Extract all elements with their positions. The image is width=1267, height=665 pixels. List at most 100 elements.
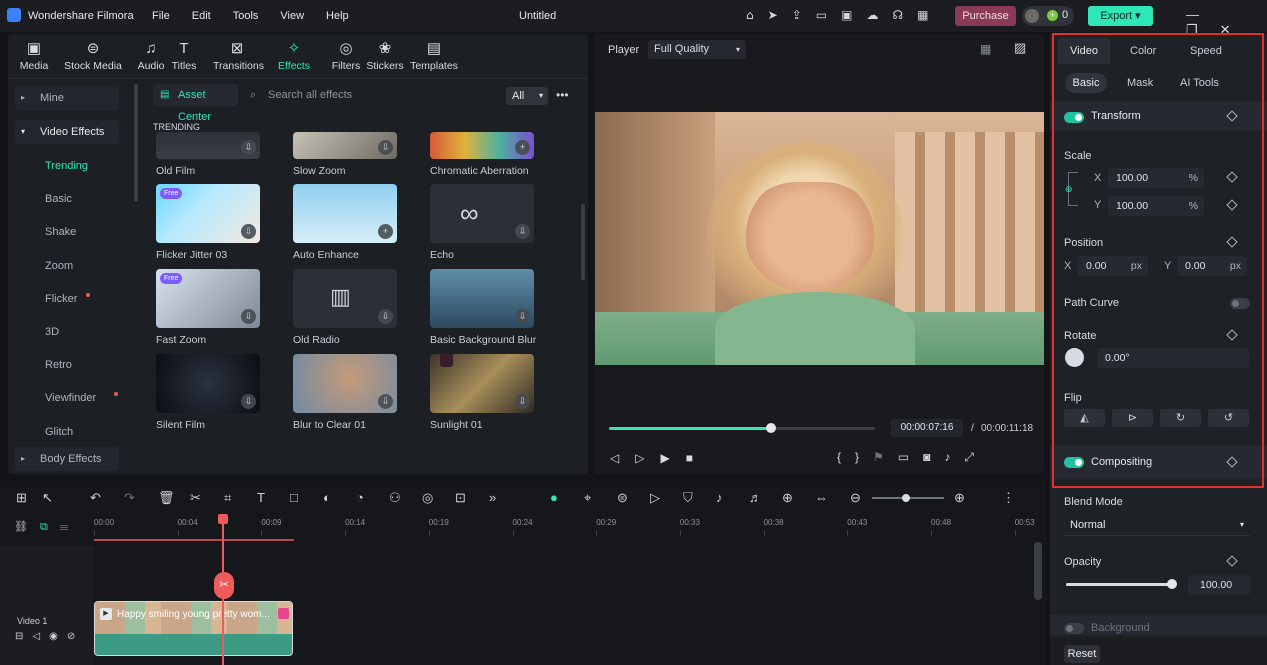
zoom-slider[interactable] [872, 494, 944, 502]
mark-in-icon[interactable]: { [837, 450, 855, 464]
minimize-icon[interactable]: — [1186, 7, 1221, 22]
split-scissors-button[interactable]: ✂ [214, 572, 234, 599]
menu-tools[interactable]: Tools [233, 10, 259, 22]
undo-icon[interactable]: ↶ [90, 490, 101, 506]
tab-speed[interactable]: Speed [1190, 45, 1222, 57]
sidebar-item-zoom[interactable]: Zoom [15, 254, 119, 278]
export-button[interactable]: Export ▾ [1088, 6, 1153, 26]
layout-grid-icon[interactable]: ⊞ [16, 490, 27, 506]
music-icon[interactable]: ♬ [749, 490, 762, 505]
select-arrow-icon[interactable]: ↖ [42, 490, 53, 506]
tab-media[interactable]: ▣ Media [10, 34, 58, 72]
effect-card[interactable]: Free ⇩ Fast Zoom [156, 269, 260, 346]
effect-card[interactable]: + Auto Enhance [293, 184, 397, 261]
tab-color[interactable]: Color [1130, 45, 1156, 57]
effect-card[interactable]: ∞ ⇩ Echo [430, 184, 534, 261]
snapshot-icon[interactable]: ▨ [1014, 40, 1026, 56]
effect-card[interactable]: + Chromatic Aberration [430, 132, 534, 177]
ai-face-icon[interactable]: ● [550, 490, 558, 505]
background-toggle[interactable] [1064, 622, 1084, 634]
sidebar-item-basic[interactable]: Basic [15, 187, 119, 211]
tab-video[interactable]: Video [1058, 38, 1110, 64]
keyframe-icon[interactable] [1226, 110, 1238, 122]
effect-card[interactable]: ⇩ Basic Background Blur [430, 269, 536, 346]
more-forward-icon[interactable]: » [489, 490, 496, 505]
download-icon[interactable]: ⇩ [515, 309, 530, 324]
ai-edit-icon[interactable]: ⊡ [455, 490, 466, 506]
rect-icon[interactable]: □ [290, 490, 298, 505]
keyframe-icon[interactable] [1226, 171, 1238, 183]
effect-card[interactable]: ⇩ Silent Film [156, 354, 260, 431]
add-icon[interactable]: + [515, 140, 530, 155]
link-icon[interactable]: ⛓ [14, 521, 40, 533]
quality-dropdown[interactable]: Full Quality ▾ [648, 40, 746, 59]
position-y-field[interactable]: 0.00 px [1177, 256, 1247, 276]
background-section-header[interactable]: Background [1050, 615, 1267, 635]
playback-progress[interactable] [609, 423, 875, 433]
timeline-scrollbar[interactable] [1034, 542, 1042, 600]
tab-stickers[interactable]: ❀ Stickers [361, 34, 409, 72]
flip-horizontal-button[interactable]: ◭ [1064, 409, 1105, 427]
tab-templates[interactable]: ▤ Templates [406, 34, 462, 72]
color-icon[interactable]: ◐ [323, 490, 331, 505]
scale-y-field[interactable]: 100.00% [1108, 196, 1204, 216]
rotate-ccw-button[interactable]: ↺ [1208, 409, 1249, 427]
track-lock-icon[interactable]: ⊘ [67, 631, 84, 642]
keyframe-icon[interactable] [1226, 329, 1238, 341]
reset-button[interactable]: Reset [1064, 645, 1100, 663]
mark-out-icon[interactable]: } [855, 450, 873, 464]
add-icon[interactable]: + [378, 224, 393, 239]
replace-icon[interactable]: ⊜ [617, 490, 628, 506]
ai-icon[interactable]: ◎ [422, 490, 433, 506]
transform-toggle[interactable] [1064, 111, 1084, 123]
effect-card[interactable]: ⇩ Slow Zoom [293, 132, 397, 177]
mic-icon[interactable]: ♪ [716, 490, 723, 505]
opacity-slider[interactable] [1066, 579, 1177, 589]
play-icon[interactable]: ▶ [660, 451, 685, 465]
group-icon[interactable]: ⚇ [389, 490, 401, 506]
upload-icon[interactable]: ⇪ [792, 8, 816, 22]
download-icon[interactable]: ⇩ [515, 224, 530, 239]
asset-center-button[interactable]: ▤ Asset Center [153, 84, 238, 123]
fit-icon[interactable]: ⇔ [815, 490, 828, 505]
cloud-icon[interactable]: ☁ [866, 8, 892, 22]
download-icon[interactable]: ⇩ [241, 140, 256, 155]
download-icon[interactable]: ⇩ [378, 309, 393, 324]
sidebar-mine[interactable]: ▸ Mine [15, 86, 119, 110]
subtab-ai-tools[interactable]: AI Tools [1180, 77, 1219, 89]
lock-icon[interactable]: ⊕ [1065, 184, 1073, 195]
sidebar-scrollbar[interactable] [134, 84, 138, 202]
sidebar-video-effects[interactable]: ▾ Video Effects [15, 120, 119, 144]
zoom-out-icon[interactable]: ⊖ [850, 490, 861, 506]
download-icon[interactable]: ⇩ [515, 394, 530, 409]
scale-x-field[interactable]: 100.00% [1108, 168, 1204, 188]
opacity-field[interactable]: 100.00 [1188, 575, 1250, 595]
fullscreen-icon[interactable]: ⤢ [964, 450, 988, 464]
effect-card[interactable]: ⇩ Old Film [156, 132, 260, 177]
next-frame-icon[interactable]: ▷ [635, 451, 660, 465]
menu-edit[interactable]: Edit [192, 10, 211, 22]
keyframe-icon[interactable] [1226, 199, 1238, 211]
rotate-cw-button[interactable]: ↻ [1160, 409, 1201, 427]
download-icon[interactable]: ⇩ [241, 309, 256, 324]
sidebar-item-trending[interactable]: Trending [15, 154, 119, 178]
menu-help[interactable]: Help [326, 10, 349, 22]
sidebar-body-effects[interactable]: ▸ Body Effects [15, 447, 119, 471]
menu-file[interactable]: File [152, 10, 170, 22]
current-time[interactable]: 00:00:07:16 [891, 419, 963, 437]
download-icon[interactable]: ⇩ [378, 394, 393, 409]
blend-mode-dropdown[interactable]: Normal ▾ [1064, 514, 1250, 536]
keyframe-icon[interactable] [1226, 456, 1238, 468]
speed-icon[interactable]: ◔ [356, 490, 364, 505]
redo-icon[interactable]: ↷ [124, 490, 135, 506]
record-icon[interactable]: ▷ [650, 490, 660, 506]
rotate-dial[interactable] [1065, 348, 1084, 367]
compositing-toggle[interactable] [1064, 456, 1084, 468]
sidebar-item-flicker[interactable]: Flicker [15, 287, 119, 311]
view-options-icon[interactable]: ⋮ [1002, 490, 1015, 506]
prev-frame-icon[interactable]: ◁ [610, 451, 635, 465]
video-clip[interactable]: ▶ Happy smiling young pretty wom... [94, 601, 293, 656]
zoom-in-icon[interactable]: ⊕ [954, 490, 965, 506]
transform-section-header[interactable]: Transform [1050, 101, 1267, 131]
camera-icon[interactable]: ◙ [923, 450, 944, 464]
